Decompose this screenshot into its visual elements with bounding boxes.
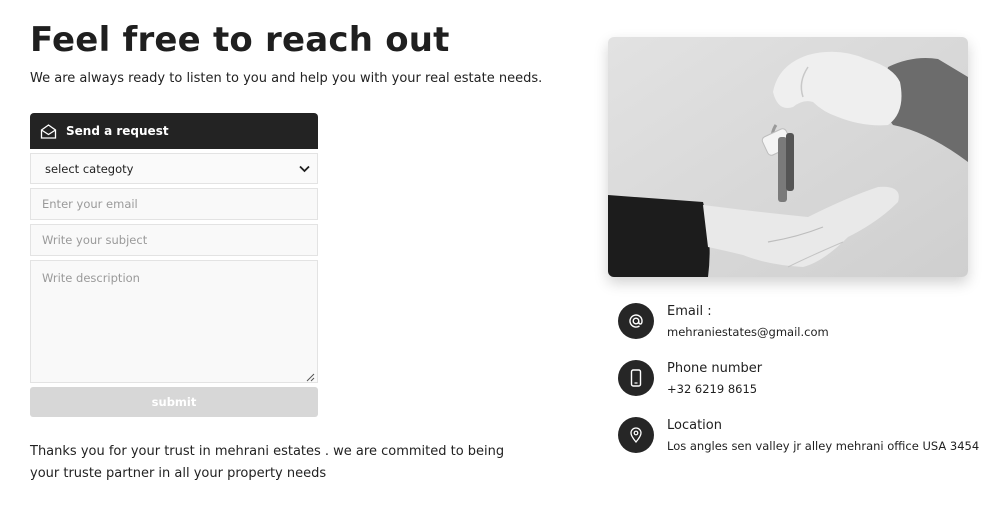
request-form: Send a request select categoty Enter you… — [30, 113, 318, 417]
hero-photo — [608, 37, 968, 277]
envelope-icon — [40, 123, 57, 140]
description-placeholder: Write description — [42, 271, 140, 285]
phone-link[interactable]: +32 6219 8615 — [667, 380, 762, 398]
page-subtitle: We are always ready to listen to you and… — [30, 71, 543, 86]
contact-location: Location Los angles sen valley jr alley … — [618, 416, 980, 473]
category-select-value: select categoty — [45, 161, 134, 176]
contact-email: Email : mehraniestates@gmail.com — [618, 302, 978, 359]
contact-phone: Phone number +32 6219 8615 — [618, 359, 978, 416]
phone-icon — [618, 360, 654, 396]
location-pin-icon — [618, 417, 654, 453]
location-address: Los angles sen valley jr alley mehrani o… — [667, 439, 980, 453]
contact-list: Email : mehraniestates@gmail.com Phone n… — [618, 302, 980, 473]
email-label: Email : — [667, 304, 712, 319]
at-sign-icon — [618, 303, 654, 339]
intro-section: Feel free to reach out We are always rea… — [30, 18, 550, 86]
description-textarea[interactable]: Write description — [30, 260, 318, 383]
resize-handle-icon[interactable] — [306, 371, 315, 382]
email-field[interactable]: Enter your email — [30, 188, 318, 220]
phone-label: Phone number — [667, 361, 763, 376]
category-select[interactable]: select categoty — [30, 153, 318, 184]
chevron-down-icon — [299, 162, 310, 176]
subject-field-placeholder: Write your subject — [42, 233, 148, 247]
page-title: Feel free to reach out — [30, 20, 450, 60]
email-field-placeholder: Enter your email — [42, 197, 138, 211]
form-header-label: Send a request — [66, 124, 169, 138]
email-link[interactable]: mehraniestates@gmail.com — [667, 323, 829, 341]
submit-button[interactable]: submit — [30, 387, 318, 417]
form-header: Send a request — [30, 113, 318, 149]
trust-note: Thanks you for your trust in mehrani est… — [30, 444, 505, 481]
subject-field[interactable]: Write your subject — [30, 224, 318, 256]
location-label: Location — [667, 418, 722, 433]
